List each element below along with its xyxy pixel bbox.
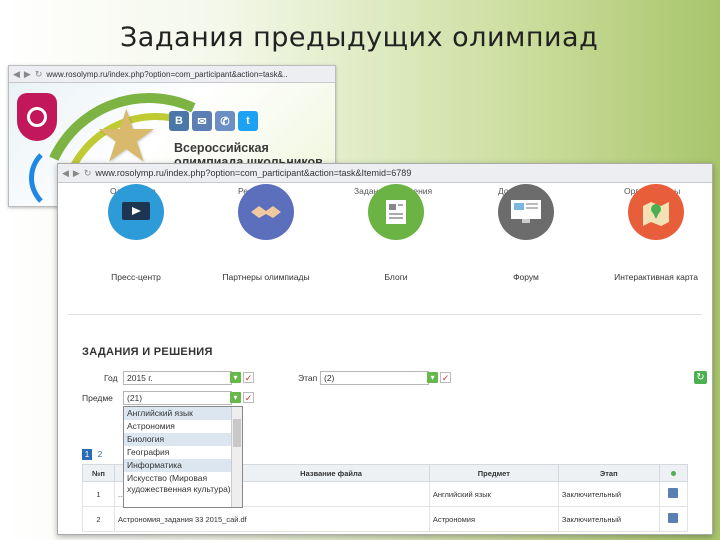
mail-icon[interactable]: ✉ bbox=[192, 111, 212, 131]
download-cell bbox=[658, 506, 689, 532]
refresh-icon[interactable]: ↻ bbox=[694, 371, 707, 384]
document-icon[interactable] bbox=[368, 184, 424, 240]
page-link[interactable]: 2 bbox=[95, 449, 105, 460]
handshake-icon[interactable] bbox=[238, 184, 294, 240]
tasks-page-screenshot: ◀ ▶ ↻ www.rosolymp.ru/index.php?option=c… bbox=[57, 163, 713, 535]
chevron-down-icon[interactable]: ▾ bbox=[230, 392, 241, 403]
scrollbar-thumb[interactable] bbox=[233, 419, 241, 447]
row-subject: Астрономия bbox=[428, 506, 559, 532]
dropdown-option[interactable]: Искусство (Мировая художественная культу… bbox=[124, 472, 242, 496]
slide-title: Задания предыдущих олимпиад bbox=[120, 22, 599, 53]
column-header: Этап bbox=[557, 464, 660, 482]
back-arrow-icon[interactable]: ◀ bbox=[13, 69, 20, 80]
column-header: Название файла bbox=[232, 464, 430, 482]
dropdown-option[interactable]: Информатика bbox=[124, 459, 242, 472]
column-header: Предмет bbox=[428, 464, 559, 482]
tile-label-map[interactable]: Интерактивная карта bbox=[614, 272, 698, 282]
dropdown-option[interactable]: География bbox=[124, 446, 242, 459]
forward-arrow-icon[interactable]: ▶ bbox=[24, 69, 31, 80]
monitor-icon[interactable] bbox=[498, 184, 554, 240]
forward-arrow-icon[interactable]: ▶ bbox=[73, 168, 80, 179]
save-icon[interactable] bbox=[668, 513, 679, 523]
dropdown-option[interactable]: Астрономия bbox=[124, 420, 242, 433]
checkmark-icon[interactable]: ✓ bbox=[243, 372, 254, 383]
column-header: №п bbox=[82, 464, 115, 482]
status-dot-header bbox=[658, 464, 689, 482]
year-select[interactable]: 2015 г. bbox=[123, 371, 232, 385]
year-label: Год bbox=[104, 373, 118, 383]
row-number: 1 bbox=[82, 481, 115, 507]
subject-select[interactable]: (21) bbox=[123, 391, 232, 405]
row-subject: Английский язык bbox=[428, 481, 559, 507]
chevron-down-icon[interactable]: ▾ bbox=[427, 372, 438, 383]
address-bar[interactable]: www.rosolymp.ru/index.php?option=com_par… bbox=[95, 168, 411, 178]
checkmark-icon[interactable]: ✓ bbox=[440, 372, 451, 383]
location-pin-icon bbox=[17, 93, 57, 141]
reload-icon[interactable]: ↻ bbox=[84, 168, 92, 179]
olympiad-name-line: Всероссийская bbox=[174, 141, 269, 155]
address-bar[interactable]: www.rosolymp.ru/index.php?option=com_par… bbox=[46, 70, 287, 79]
divider bbox=[68, 314, 702, 315]
dropdown-option[interactable]: Английский язык bbox=[124, 407, 242, 420]
row-number: 2 bbox=[82, 506, 115, 532]
dropdown-option[interactable]: Биология bbox=[124, 433, 242, 446]
social-icons: B ✉ ✆ t bbox=[169, 111, 258, 131]
map-pin-icon[interactable] bbox=[628, 184, 684, 240]
tile-label-blogs[interactable]: Блоги bbox=[384, 272, 407, 282]
subject-label: Предме bbox=[82, 393, 113, 403]
file-name[interactable]: Астрономия_задания 33 2015_сай.df bbox=[113, 506, 430, 532]
chevron-down-icon[interactable]: ▾ bbox=[230, 372, 241, 383]
save-icon[interactable] bbox=[668, 488, 679, 498]
page-link[interactable]: 1 bbox=[82, 449, 92, 460]
phone-icon[interactable]: ✆ bbox=[215, 111, 235, 131]
twitter-icon[interactable]: t bbox=[238, 111, 258, 131]
stage-label: Этап bbox=[298, 373, 318, 383]
tile-label-forum[interactable]: Форум bbox=[513, 272, 539, 282]
status-dot-icon bbox=[670, 470, 676, 476]
tv-icon[interactable] bbox=[108, 184, 164, 240]
download-cell bbox=[658, 481, 689, 507]
stage-select[interactable]: (2) bbox=[320, 371, 429, 385]
checkmark-icon[interactable]: ✓ bbox=[243, 392, 254, 403]
dropdown-scrollbar[interactable] bbox=[231, 407, 242, 507]
subject-dropdown[interactable]: Английский язык Астрономия Биология Геог… bbox=[123, 406, 243, 508]
tile-label-press[interactable]: Пресс-центр bbox=[111, 272, 161, 282]
reload-icon[interactable]: ↻ bbox=[35, 69, 43, 80]
tile-label-partners[interactable]: Партнеры олимпиады bbox=[222, 272, 309, 282]
browser-toolbar: ◀ ▶ ↻ www.rosolymp.ru/index.php?option=c… bbox=[9, 66, 335, 83]
section-title: ЗАДАНИЯ И РЕШЕНИЯ bbox=[82, 346, 213, 358]
row-stage: Заключительный bbox=[557, 506, 660, 532]
vk-icon[interactable]: B bbox=[169, 111, 189, 131]
pagination: 1 2 bbox=[82, 449, 105, 460]
table-row: 2 Астрономия_задания 33 2015_сай.df Астр… bbox=[82, 506, 689, 532]
browser-toolbar: ◀ ▶ ↻ www.rosolymp.ru/index.php?option=c… bbox=[58, 164, 712, 183]
back-arrow-icon[interactable]: ◀ bbox=[62, 168, 69, 179]
row-stage: Заключительный bbox=[557, 481, 660, 507]
